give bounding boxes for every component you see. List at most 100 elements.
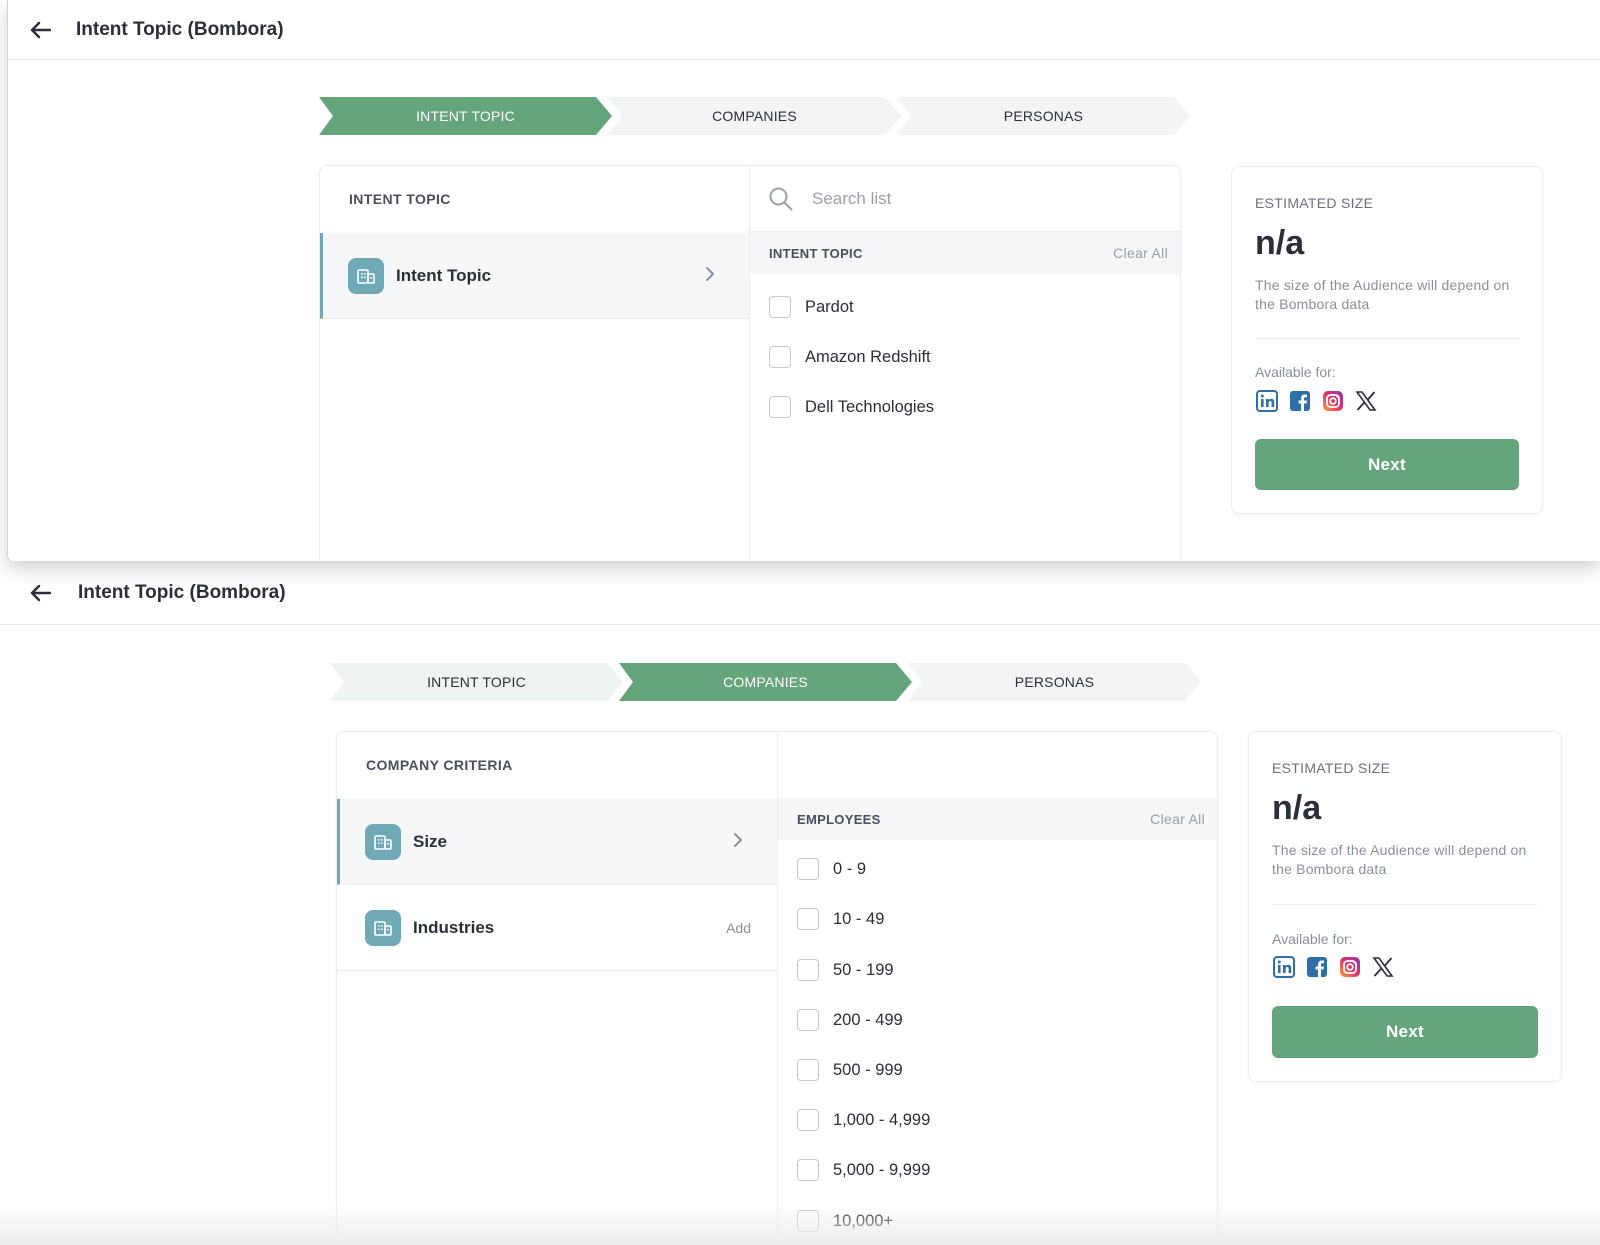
available-for-label: Available for: (1272, 931, 1353, 947)
criteria-item-label: Size (413, 831, 448, 851)
option-item[interactable]: 500 - 999 (797, 1058, 903, 1082)
estimate-title: ESTIMATED SIZE (1272, 760, 1391, 776)
option-checkbox[interactable] (797, 959, 819, 981)
page-title: Intent Topic (Bombora) (78, 581, 286, 603)
estimate-value: n/a (1272, 789, 1322, 827)
option-label: 200 - 499 (833, 1010, 903, 1029)
facebook-icon[interactable] (1305, 955, 1329, 979)
option-label: Dell Technologies (805, 397, 935, 416)
option-item[interactable]: 0 - 9 (797, 857, 866, 881)
option-checkbox[interactable] (797, 1159, 819, 1181)
clear-all-button[interactable]: Clear All (1150, 811, 1205, 827)
option-item[interactable]: 10 - 49 (797, 907, 884, 931)
option-checkbox[interactable] (769, 296, 791, 318)
option-item[interactable]: Pardot (769, 295, 854, 319)
option-label: 1,000 - 4,999 (833, 1110, 931, 1129)
page-header: Intent Topic (Bombora) (8, 0, 1600, 60)
add-industries-button[interactable]: Add (726, 920, 751, 936)
back-button[interactable] (26, 579, 54, 607)
search-input[interactable] (812, 188, 1112, 209)
option-item[interactable]: Dell Technologies (769, 395, 934, 419)
criteria-list-panel: COMPANY CRITERIA Size Industries Add (337, 732, 778, 1245)
facebook-icon[interactable] (1288, 389, 1312, 413)
list-header-label: INTENT TOPIC (769, 245, 863, 261)
step-personas[interactable]: PERSONAS (897, 97, 1190, 135)
back-button[interactable] (26, 16, 54, 44)
building-icon (365, 823, 401, 860)
companies-window: Intent Topic (Bombora) INTENT TOPIC COMP… (0, 561, 1600, 1245)
estimate-description: The size of the Audience will depend on … (1255, 277, 1510, 312)
step-intent-topic[interactable]: INTENT TOPIC (319, 97, 612, 135)
building-icon (365, 909, 401, 946)
x-icon[interactable] (1371, 955, 1395, 979)
option-checkbox[interactable] (797, 908, 819, 930)
options-panel: EMPLOYEES Clear All 0 - 9 10 - 49 50 - 1… (778, 732, 1217, 1245)
search-bar (750, 166, 1180, 232)
option-label: Amazon Redshift (805, 347, 931, 366)
option-checkbox[interactable] (797, 1009, 819, 1031)
criteria-card: COMPANY CRITERIA Size Industries Add EMP… (336, 731, 1218, 1245)
platform-icons (1272, 955, 1395, 979)
estimate-card: ESTIMATED SIZE n/a The size of the Audie… (1248, 731, 1562, 1082)
option-item[interactable]: 50 - 199 (797, 958, 894, 982)
option-checkbox[interactable] (797, 1210, 819, 1232)
list-header-label: EMPLOYEES (797, 811, 881, 827)
instagram-icon[interactable] (1338, 955, 1362, 979)
option-item[interactable]: 10,000+ (797, 1209, 893, 1233)
next-button[interactable]: Next (1272, 1006, 1538, 1058)
estimate-title: ESTIMATED SIZE (1255, 195, 1374, 211)
panel-title: COMPANY CRITERIA (366, 757, 513, 773)
option-label: 5,000 - 9,999 (833, 1160, 931, 1179)
clear-all-button[interactable]: Clear All (1113, 245, 1168, 261)
chevron-right-icon (706, 267, 714, 281)
step-companies[interactable]: COMPANIES (608, 97, 901, 135)
step-companies[interactable]: COMPANIES (619, 663, 912, 701)
divider (1255, 338, 1519, 339)
estimate-card: ESTIMATED SIZE n/a The size of the Audie… (1231, 166, 1543, 514)
criteria-item-label: Industries (413, 917, 495, 937)
page-title: Intent Topic (Bombora) (76, 18, 284, 40)
linkedin-icon[interactable] (1272, 955, 1296, 979)
option-label: 10 - 49 (833, 909, 885, 928)
criteria-item-industries[interactable]: Industries Add (337, 885, 777, 971)
option-label: 50 - 199 (833, 960, 894, 979)
option-label: 0 - 9 (833, 859, 867, 878)
wizard-stepper: INTENT TOPIC COMPANIES PERSONAS (330, 663, 1201, 701)
option-item[interactable]: 5,000 - 9,999 (797, 1158, 930, 1182)
criteria-item-label: Intent Topic (396, 265, 492, 285)
estimate-description: The size of the Audience will depend on … (1272, 842, 1527, 877)
criteria-item-intent-topic[interactable]: Intent Topic (320, 233, 749, 319)
building-icon (348, 257, 384, 294)
next-button[interactable]: Next (1255, 439, 1519, 490)
option-checkbox[interactable] (769, 346, 791, 368)
platform-icons (1255, 389, 1378, 413)
list-header: EMPLOYEES Clear All (778, 798, 1217, 840)
criteria-card: INTENT TOPIC Intent Topic INTENT TOPIC C… (319, 165, 1181, 561)
option-checkbox[interactable] (769, 396, 791, 418)
step-intent-topic[interactable]: INTENT TOPIC (330, 663, 623, 701)
linkedin-icon[interactable] (1255, 389, 1279, 413)
available-for-label: Available for: (1255, 364, 1336, 380)
instagram-icon[interactable] (1321, 389, 1345, 413)
step-personas[interactable]: PERSONAS (908, 663, 1201, 701)
panel-title: INTENT TOPIC (349, 191, 451, 207)
divider (1272, 904, 1538, 905)
option-label: Pardot (805, 297, 854, 316)
criteria-item-size[interactable]: Size (337, 799, 777, 885)
option-checkbox[interactable] (797, 858, 819, 880)
arrow-left-icon (30, 584, 51, 601)
x-icon[interactable] (1354, 389, 1378, 413)
chevron-right-icon (734, 833, 742, 847)
criteria-list-panel: INTENT TOPIC Intent Topic (320, 166, 750, 561)
option-item[interactable]: 1,000 - 4,999 (797, 1108, 930, 1132)
option-item[interactable]: Amazon Redshift (769, 345, 931, 369)
option-checkbox[interactable] (797, 1059, 819, 1081)
page-header: Intent Topic (Bombora) (0, 561, 1600, 625)
search-icon (769, 187, 793, 210)
list-header: INTENT TOPIC Clear All (750, 232, 1180, 274)
option-checkbox[interactable] (797, 1109, 819, 1131)
option-item[interactable]: 200 - 499 (797, 1008, 903, 1032)
intent-topic-window: Intent Topic (Bombora) INTENT TOPIC COMP… (7, 0, 1600, 561)
option-label: 500 - 999 (833, 1060, 903, 1079)
option-label: 10,000+ (833, 1211, 894, 1230)
